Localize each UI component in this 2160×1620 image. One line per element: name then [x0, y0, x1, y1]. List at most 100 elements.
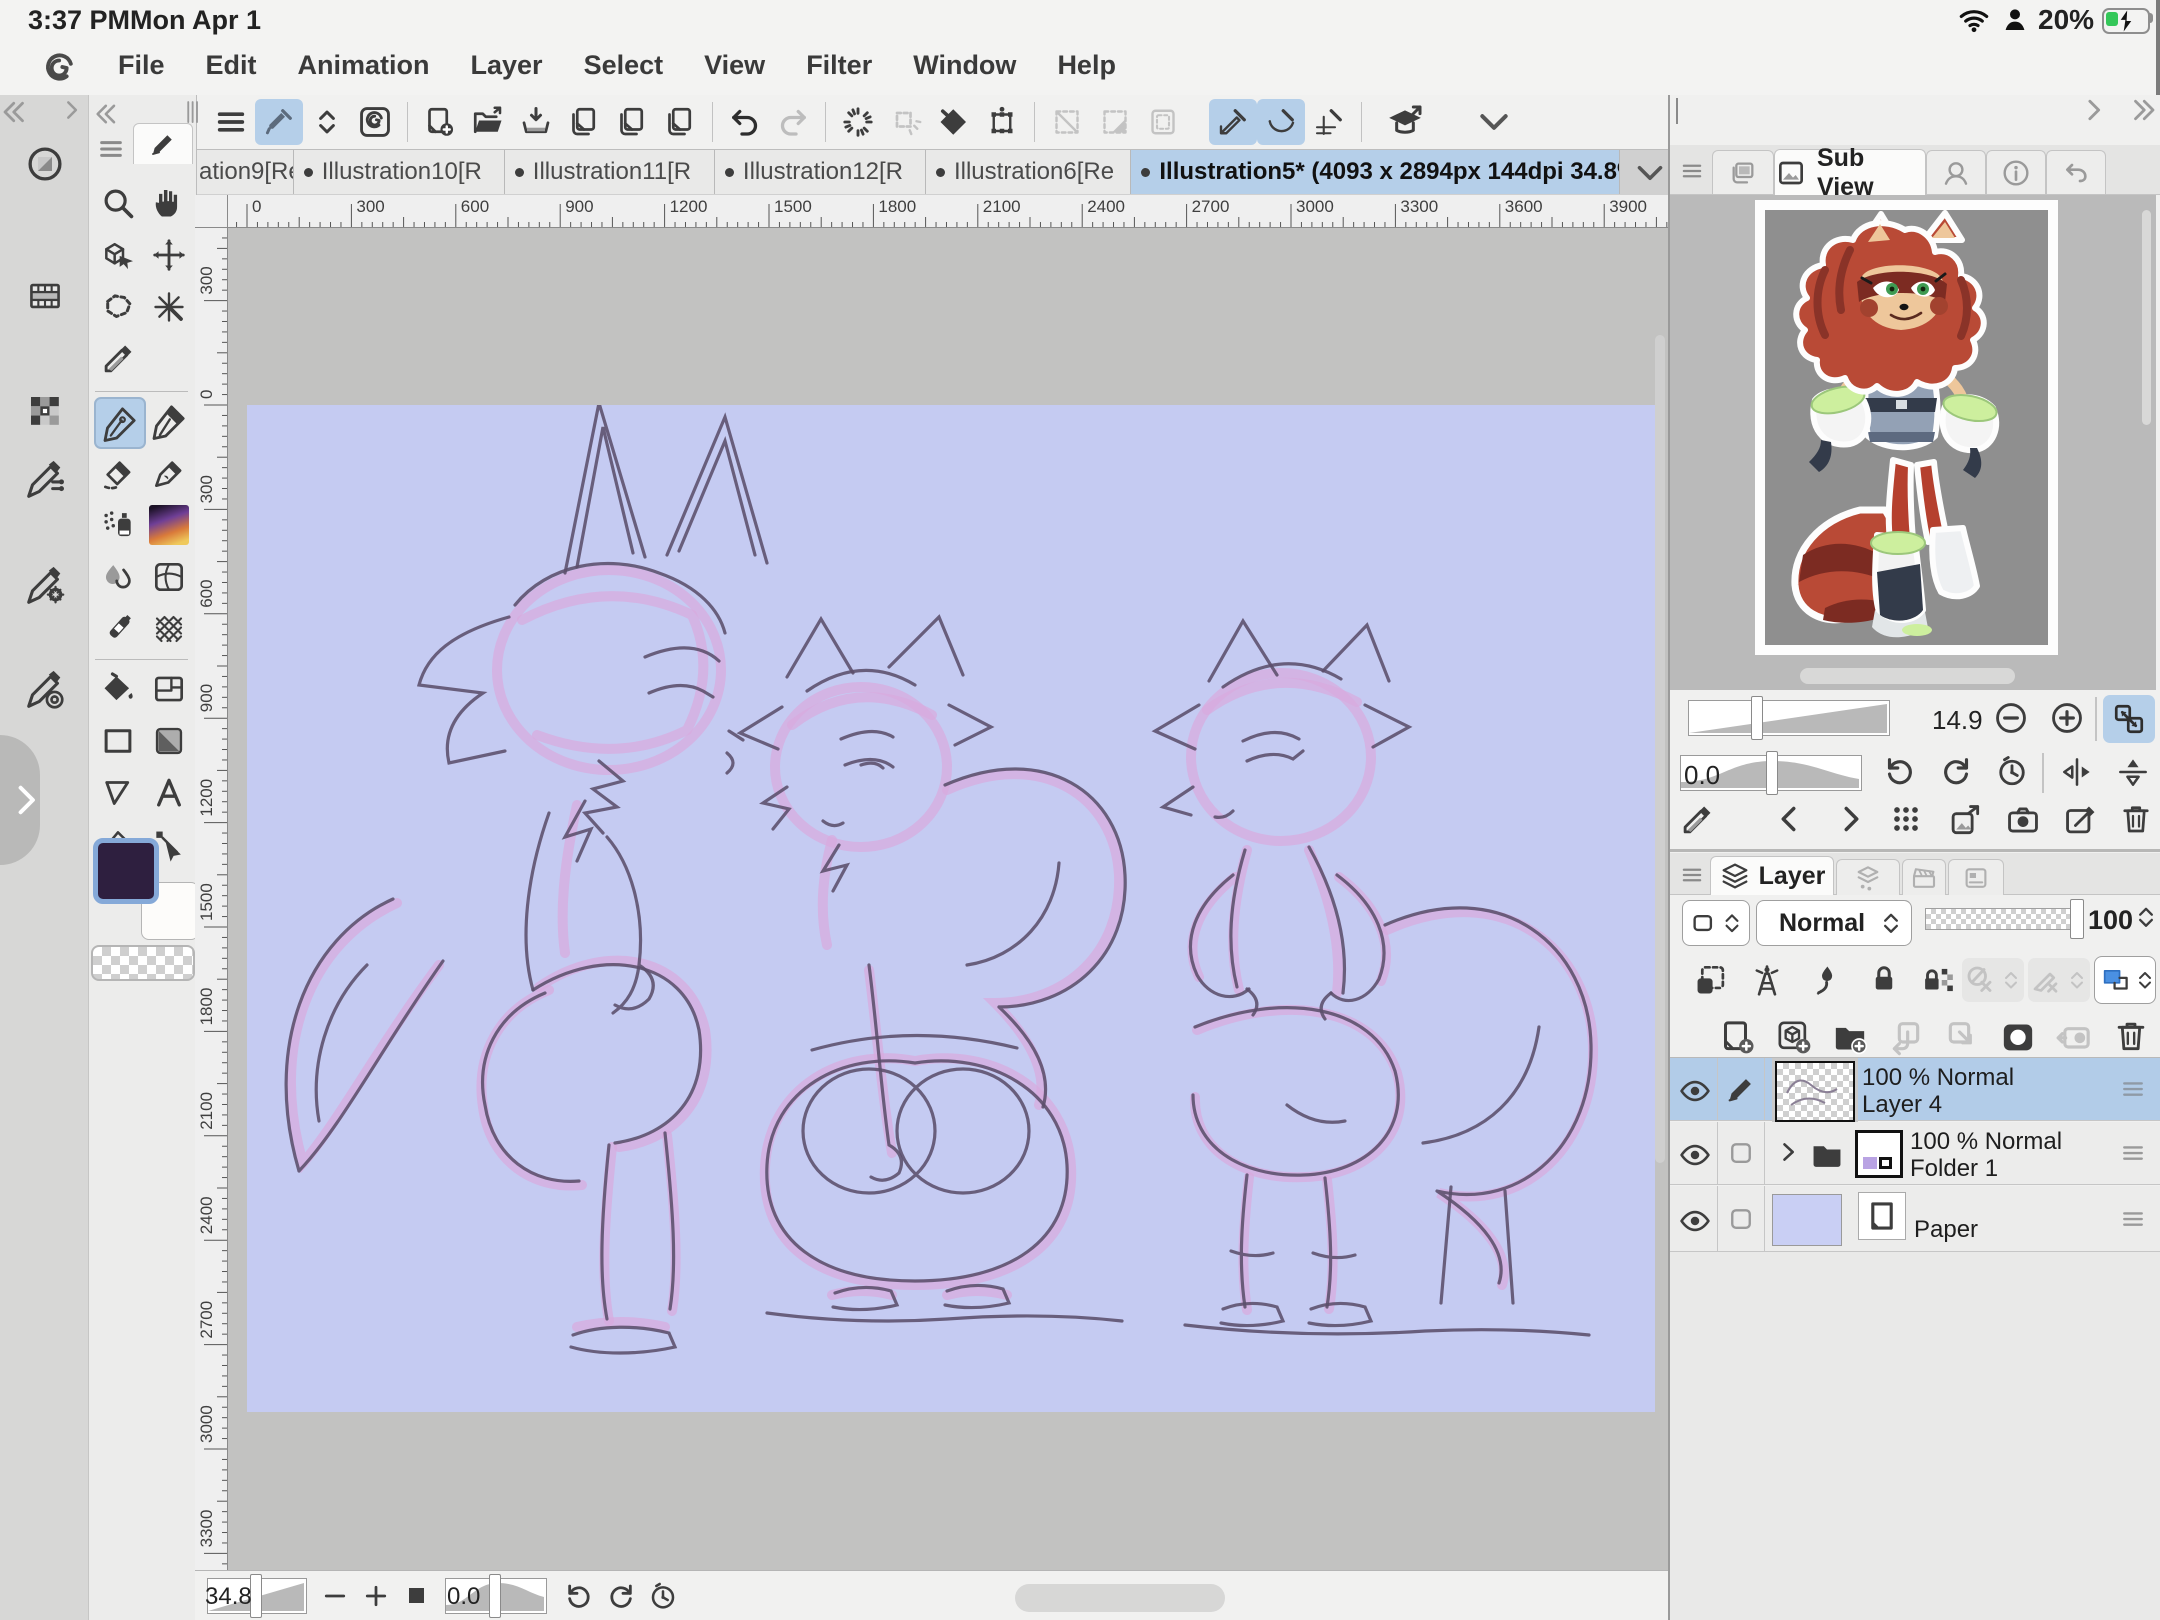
- fit-to-screen-icon[interactable]: [409, 1588, 424, 1603]
- subview-flip-vertical-icon[interactable]: [2114, 753, 2152, 791]
- subview-zoom-slider[interactable]: [1688, 700, 1890, 736]
- canvas-horizontal-scrollbar[interactable]: [1015, 1584, 1225, 1612]
- folder1-checkbox[interactable]: [1726, 1138, 1756, 1168]
- reference-layer-button[interactable]: [1962, 958, 2024, 1002]
- menu-window[interactable]: Window: [913, 50, 1016, 81]
- deselect-button[interactable]: [834, 99, 882, 145]
- paper-drag-handle-icon[interactable]: [2118, 1204, 2148, 1234]
- clear-fill-button[interactable]: [930, 99, 978, 145]
- main-color-swatch[interactable]: [93, 838, 159, 904]
- tool-brush[interactable]: [145, 449, 193, 497]
- new-material-layer-icon[interactable]: [1774, 1017, 1814, 1057]
- folder1-drag-handle-icon[interactable]: [2118, 1138, 2148, 1168]
- layer4-thumbnail[interactable]: [1775, 1061, 1855, 1122]
- opacity-spinner-icon[interactable]: [2132, 903, 2160, 931]
- ruler-range-button[interactable]: [2028, 958, 2090, 1002]
- menu-select[interactable]: Select: [584, 50, 664, 81]
- panel-resize-handle[interactable]: [1676, 98, 1678, 124]
- tool-polyline[interactable]: [94, 769, 142, 817]
- snap-to-grid-button[interactable]: [1305, 99, 1353, 145]
- subview-eyedropper-icon[interactable]: [1678, 801, 1716, 839]
- layer-row-paper[interactable]: Paper: [1670, 1186, 2160, 1252]
- transform-button[interactable]: [978, 99, 1026, 145]
- layer4-drag-handle-icon[interactable]: [2118, 1074, 2148, 1104]
- transfer-to-lower-layer-icon[interactable]: [1886, 1017, 1926, 1057]
- tab-illustration5-active[interactable]: Illustration5* (4093 x 2894px 144dpi 34.…: [1131, 150, 1620, 194]
- tool-eraser[interactable]: [94, 449, 142, 497]
- layer-menu-icon[interactable]: [1678, 861, 1706, 889]
- sub-tool-palette-icon[interactable]: [22, 457, 68, 503]
- tool-decoration[interactable]: [145, 501, 193, 549]
- collapse-toolbar-button[interactable]: [1470, 99, 1518, 145]
- paper-thumbnail[interactable]: [1858, 1192, 1906, 1240]
- subview-camera-icon[interactable]: [2004, 801, 2042, 839]
- tool-selection[interactable]: [94, 283, 142, 331]
- layer-color-button[interactable]: [2094, 956, 2156, 1004]
- collapse-all-icon[interactable]: [0, 97, 30, 127]
- tab-layer[interactable]: Layer: [1710, 856, 1834, 895]
- subview-reset-rotation-icon[interactable]: [1994, 753, 2030, 789]
- subview-rotate-right-icon[interactable]: [1938, 753, 1974, 789]
- lock-transparent-pixels-icon[interactable]: [1918, 961, 1956, 999]
- layer-mask-icon[interactable]: [1998, 1017, 2038, 1057]
- snap-to-ruler-button[interactable]: [1209, 99, 1257, 145]
- palette-dock-menu-button[interactable]: [207, 99, 255, 145]
- folder1-visibility-eye-icon[interactable]: [1678, 1138, 1712, 1172]
- merge-down-icon[interactable]: [1942, 1017, 1982, 1057]
- brush-size-palette-icon[interactable]: [22, 667, 68, 713]
- reselect-button[interactable]: [882, 99, 930, 145]
- paper-color-swatch[interactable]: [1772, 1194, 1842, 1246]
- tool-eyedropper[interactable]: [94, 335, 142, 383]
- modifier-key-button[interactable]: [303, 99, 351, 145]
- panel-next-icon[interactable]: [2078, 95, 2108, 125]
- expand-dock-icon[interactable]: [58, 97, 84, 123]
- blend-mode-dropdown[interactable]: Normal: [1756, 900, 1912, 946]
- tool-zoom[interactable]: [94, 179, 142, 227]
- tab-layer-property[interactable]: [1836, 859, 1900, 895]
- lock-layer-icon[interactable]: [1866, 961, 1902, 997]
- menu-edit[interactable]: Edit: [206, 50, 257, 81]
- tab-information[interactable]: [1986, 150, 2046, 194]
- export-jpg-button[interactable]: [560, 99, 608, 145]
- quick-access-icon[interactable]: [24, 143, 66, 185]
- paper-visibility-eye-icon[interactable]: [1678, 1204, 1712, 1238]
- menu-file[interactable]: File: [118, 50, 165, 81]
- export-psd-button[interactable]: [656, 99, 704, 145]
- tool-pencil[interactable]: [145, 397, 193, 445]
- save-button[interactable]: [512, 99, 560, 145]
- palette-collapse-icon[interactable]: [93, 100, 121, 128]
- subview-vertical-scrollbar[interactable]: [2142, 210, 2151, 425]
- new-canvas-button[interactable]: [416, 99, 464, 145]
- subview-menu-icon[interactable]: [1678, 157, 1706, 185]
- tab-illustration10[interactable]: Illustration10[R: [294, 150, 505, 194]
- reset-rotation-icon[interactable]: [647, 1580, 679, 1612]
- delete-layer-icon[interactable]: [2112, 1017, 2150, 1055]
- onion-skin-icon[interactable]: [1748, 961, 1786, 999]
- clip-studio-share-button[interactable]: [351, 99, 399, 145]
- drawing-canvas[interactable]: [247, 405, 1655, 1412]
- subview-fit-button[interactable]: [2103, 695, 2155, 743]
- folder1-expand-icon[interactable]: [1774, 1138, 1802, 1166]
- touch-gesture-tool-button[interactable]: [255, 99, 303, 145]
- folder1-thumbnail[interactable]: [1855, 1130, 1903, 1178]
- tab-navigator[interactable]: [1712, 150, 1774, 194]
- tab-3d-head[interactable]: [1926, 150, 1986, 194]
- subview-horizontal-scrollbar[interactable]: [1800, 668, 2015, 684]
- tool-hatching[interactable]: [145, 605, 193, 653]
- subview-delete-icon[interactable]: [2118, 801, 2154, 837]
- opacity-slider[interactable]: [1925, 908, 2079, 930]
- undo-button[interactable]: [721, 99, 769, 145]
- tab-illustration9[interactable]: ation9[Re: [195, 150, 294, 194]
- tab-animation-cels[interactable]: [1902, 859, 1946, 895]
- tab-illustration6[interactable]: Illustration6[Re: [926, 150, 1131, 194]
- tool-auto-select[interactable]: [145, 283, 193, 331]
- tool-blend[interactable]: [94, 553, 142, 601]
- timeline-palette-icon[interactable]: [24, 275, 66, 317]
- tab-illustration12[interactable]: Illustration12[R: [715, 150, 926, 194]
- tutorial-button[interactable]: [1370, 99, 1440, 145]
- tab-list-chevron-icon[interactable]: [1632, 150, 1668, 195]
- new-folder-icon[interactable]: [1830, 1017, 1870, 1057]
- subview-edit-icon[interactable]: [2062, 801, 2100, 839]
- tool-pen-selected[interactable]: [94, 397, 146, 449]
- panel-expand-icon[interactable]: [2128, 95, 2158, 125]
